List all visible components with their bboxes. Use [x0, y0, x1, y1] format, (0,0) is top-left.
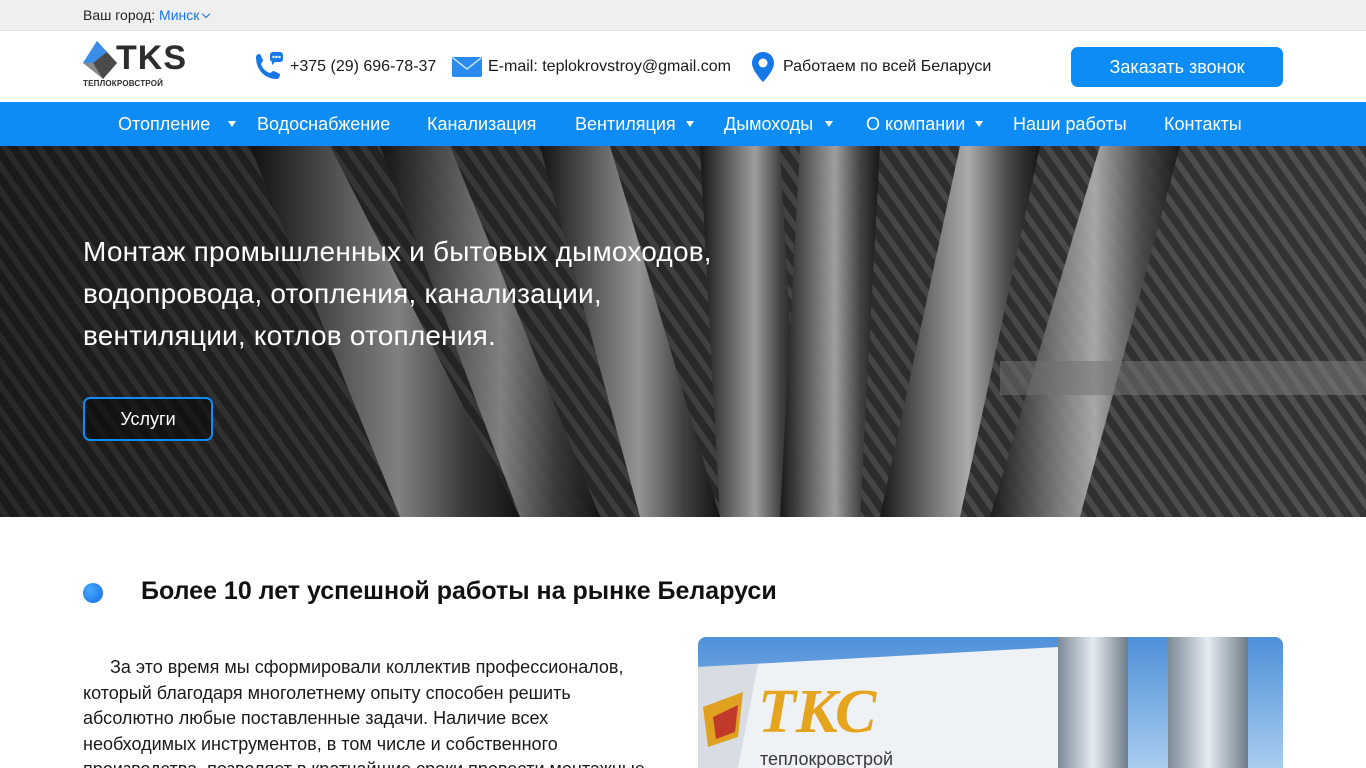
- header-email[interactable]: E-mail: teplokrovstroy@gmail.com: [452, 31, 731, 102]
- hero-title-line: Монтаж промышленных и бытовых дымоходов,: [83, 236, 712, 267]
- nav-item-label: Водоснабжение: [257, 113, 391, 134]
- photo-flag-subtext: теплокровстрой: [760, 749, 893, 768]
- about-text: За это время мы сформировали коллектив п…: [83, 657, 645, 768]
- nav-item-water-supply[interactable]: Водоснабжение: [257, 102, 390, 146]
- city-link[interactable]: Минск: [159, 7, 199, 23]
- header-region: Работаем по всей Беларуси: [751, 31, 991, 102]
- hero-title-line: вентиляции, котлов отопления.: [83, 320, 497, 351]
- nav-item-our-works[interactable]: Наши работы: [1013, 102, 1127, 146]
- envelope-icon: [452, 56, 482, 77]
- logo-subtext: ТЕПЛОКРОВСТРОЙ: [83, 79, 164, 88]
- region-text: Работаем по всей Беларуси: [783, 57, 992, 75]
- main-nav: Отопление Водоснабжение Канализация Вент…: [0, 102, 1366, 146]
- nav-item-label: Наши работы: [1013, 113, 1127, 134]
- section-bullet-icon: [83, 583, 103, 603]
- nav-item-label: О компании: [866, 113, 966, 134]
- caret-down-icon[interactable]: [825, 121, 834, 127]
- order-call-button[interactable]: Заказать звонок: [1071, 47, 1283, 87]
- logo-text: TKS: [116, 39, 187, 77]
- company-photo: ТКС теплокровстрой: [698, 637, 1283, 768]
- services-button[interactable]: Услуги: [83, 397, 213, 441]
- nav-item-label: Дымоходы: [724, 113, 814, 134]
- nav-item-chimneys[interactable]: Дымоходы: [724, 102, 834, 146]
- top-bar: Ваш город: Минск: [0, 0, 1366, 31]
- nav-item-about-company[interactable]: О компании: [866, 102, 984, 146]
- phone-number: +375 (29) 696-78-37: [290, 57, 437, 75]
- logo[interactable]: TKS ТЕПЛОКРОВСТРОЙ: [83, 39, 186, 91]
- nav-item-label: Канализация: [427, 113, 537, 134]
- nav-item-ventilation[interactable]: Вентиляция: [575, 102, 694, 146]
- hero-title: Монтаж промышленных и бытовых дымоходов,…: [83, 231, 823, 357]
- nav-item-contacts[interactable]: Контакты: [1164, 102, 1242, 146]
- phone-icon: [256, 51, 283, 79]
- map-pin-icon: [752, 51, 774, 82]
- header-phone[interactable]: +375 (29) 696-78-37: [252, 31, 436, 102]
- nav-item-sewerage[interactable]: Канализация: [427, 102, 536, 146]
- caret-down-icon[interactable]: [685, 121, 694, 127]
- email-address: E-mail: teplokrovstroy@gmail.com: [488, 57, 731, 75]
- hero-title-line: водопровода, отопления, канализации,: [83, 278, 602, 309]
- logo-mark-icon: [83, 41, 117, 79]
- chevron-down-icon[interactable]: [202, 9, 211, 19]
- company-flag-image: ТКС теплокровстрой: [698, 637, 1283, 768]
- about-title: Более 10 лет успешной работы на рынке Бе…: [141, 577, 777, 605]
- nav-item-label: Отопление: [118, 113, 211, 134]
- nav-item-heating[interactable]: Отопление: [118, 102, 237, 146]
- header: TKS ТЕПЛОКРОВСТРОЙ +375 (29) 696-78-37 E…: [0, 31, 1366, 102]
- photo-flag-text: ТКС: [758, 678, 877, 746]
- hero-banner: Монтаж промышленных и бытовых дымоходов,…: [0, 146, 1366, 517]
- nav-item-label: Вентиляция: [575, 113, 676, 134]
- caret-down-icon[interactable]: [975, 121, 984, 127]
- city-label: Ваш город:: [83, 7, 156, 23]
- nav-item-label: Контакты: [1164, 113, 1242, 134]
- city-selector[interactable]: Ваш город: Минск: [83, 7, 211, 23]
- caret-down-icon[interactable]: [228, 121, 237, 127]
